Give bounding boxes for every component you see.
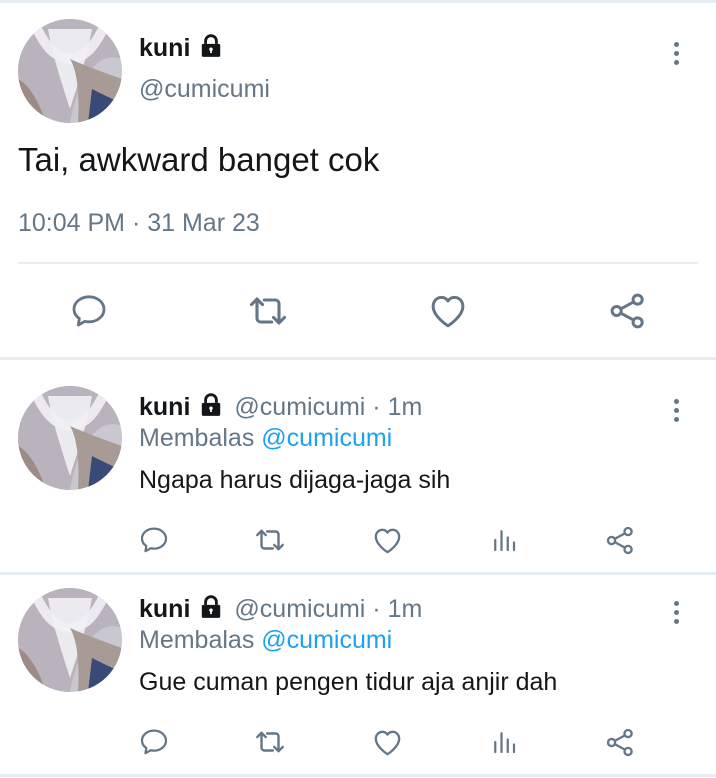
- divider: [0, 774, 716, 777]
- like-icon[interactable]: [369, 724, 405, 760]
- display-name[interactable]: kuni: [139, 34, 190, 63]
- replying-label: Membalas: [139, 424, 255, 452]
- replying-to: Membalas @cumicumi: [139, 626, 392, 655]
- avatar[interactable]: [18, 19, 122, 123]
- divider: [18, 262, 698, 264]
- reply-icon[interactable]: [67, 289, 111, 333]
- author-row: kuni @cumicumi · 1m: [139, 390, 422, 424]
- retweet-icon[interactable]: [246, 289, 290, 333]
- mention-link[interactable]: @cumicumi: [261, 626, 392, 654]
- share-icon[interactable]: [606, 289, 650, 333]
- username-time: @cumicumi · 1m: [234, 392, 423, 421]
- replying-label: Membalas: [139, 626, 255, 654]
- display-name[interactable]: kuni: [139, 595, 190, 624]
- retweet-icon[interactable]: [252, 724, 288, 760]
- author-row: kuni: [139, 31, 224, 65]
- reply-icon[interactable]: [136, 724, 172, 760]
- tweet-text: Ngapa harus dijaga-jaga sih: [139, 466, 451, 494]
- lock-icon: [198, 392, 224, 423]
- share-icon[interactable]: [602, 522, 638, 558]
- more-options-icon[interactable]: [666, 592, 686, 632]
- display-name[interactable]: kuni: [139, 393, 190, 422]
- avatar[interactable]: [18, 588, 122, 692]
- lock-icon: [198, 594, 224, 625]
- retweet-icon[interactable]: [252, 522, 288, 558]
- mention-link[interactable]: @cumicumi: [261, 424, 392, 452]
- tweet-text: Tai, awkward banget cok: [18, 141, 380, 178]
- username[interactable]: @cumicumi: [139, 75, 270, 104]
- share-icon[interactable]: [602, 724, 638, 760]
- like-icon[interactable]: [369, 522, 405, 558]
- replying-to: Membalas @cumicumi: [139, 424, 392, 453]
- like-icon[interactable]: [426, 289, 470, 333]
- lock-icon: [198, 33, 224, 64]
- reply-tweet[interactable]: kuni @cumicumi · 1m Membalas @cumicumi G…: [0, 564, 716, 774]
- analytics-icon[interactable]: [486, 724, 522, 760]
- divider: [0, 357, 716, 360]
- more-options-icon[interactable]: [666, 390, 686, 430]
- timestamp[interactable]: 10:04 PM · 31 Mar 23: [18, 209, 260, 238]
- avatar[interactable]: [18, 386, 122, 490]
- reply-tweet[interactable]: kuni @cumicumi · 1m Membalas @cumicumi N…: [0, 362, 716, 572]
- author-row: kuni @cumicumi · 1m: [139, 592, 422, 626]
- tweet-text: Gue cuman pengen tidur aja anjir dah: [139, 668, 558, 696]
- more-options-icon[interactable]: [666, 33, 686, 73]
- main-tweet: kuni @cumicumi Tai, awkward banget cok 1…: [0, 3, 716, 357]
- username-time: @cumicumi · 1m: [234, 594, 423, 623]
- analytics-icon[interactable]: [486, 522, 522, 558]
- reply-icon[interactable]: [136, 522, 172, 558]
